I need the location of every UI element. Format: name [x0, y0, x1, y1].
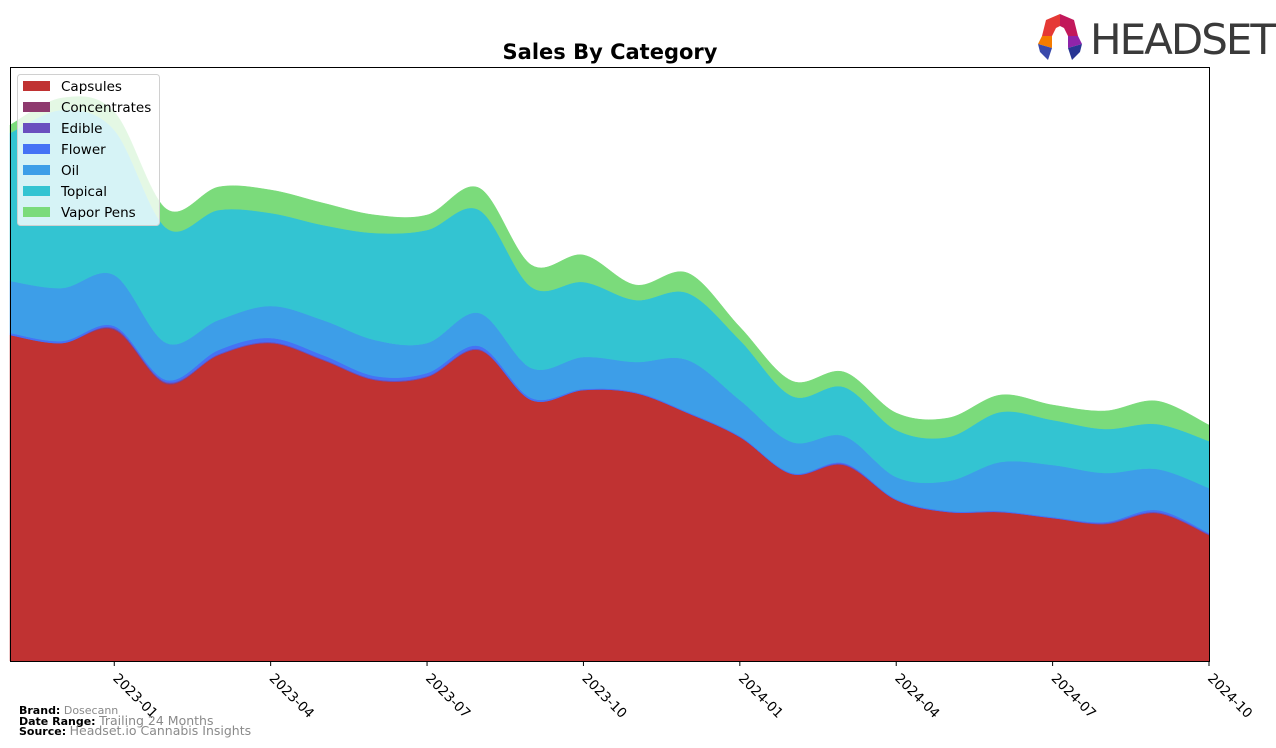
x-axis: 2023-01 2023-04 2023-07 2023-10 2024-01 2024-…	[109, 661, 1255, 722]
chart-title: Sales By Category	[503, 40, 718, 64]
x-tick-label: 2024-04	[891, 671, 942, 722]
legend: Capsules Concentrates Edible Flower Oil Topic…	[17, 74, 160, 226]
legend-label-topical: Topical	[60, 184, 107, 200]
legend-swatch-edible	[23, 123, 50, 133]
legend-swatch-oil	[23, 165, 50, 175]
legend-swatch-flower	[23, 144, 50, 154]
source-value: Headset.io Cannabis Insights	[69, 723, 252, 738]
headset-logo-text: HEADSET	[1090, 15, 1276, 64]
legend-label-capsules: Capsules	[61, 79, 122, 95]
headset-logo: HEADSET	[1038, 14, 1276, 64]
legend-label-oil: Oil	[61, 163, 79, 179]
x-tick-label: 2024-07	[1048, 671, 1099, 722]
x-tick-label: 2024-01	[735, 671, 786, 722]
x-tick-label: 2023-04	[266, 671, 317, 722]
legend-swatch-topical	[23, 186, 50, 196]
headset-logo-icon	[1038, 14, 1082, 60]
x-tick-label: 2023-10	[579, 671, 630, 722]
legend-label-edible: Edible	[61, 121, 102, 137]
legend-label-flower: Flower	[61, 142, 106, 158]
x-tick-label: 2024-10	[1204, 671, 1255, 722]
stacked-areas	[9, 96, 1210, 662]
sales-by-category-chart: Sales By Category 2023-01 2023-04 2023-07 2…	[9, 14, 1276, 722]
footer-source: Source: Headset.io Cannabis Insights	[19, 723, 252, 738]
legend-swatch-vapor-pens	[23, 207, 50, 217]
legend-label-concentrates: Concentrates	[61, 100, 151, 116]
source-label: Source:	[19, 725, 67, 738]
x-tick-label: 2023-07	[422, 671, 473, 722]
legend-label-vapor-pens: Vapor Pens	[61, 205, 136, 221]
legend-swatch-capsules	[23, 81, 50, 91]
legend-swatch-concentrates	[23, 102, 50, 112]
